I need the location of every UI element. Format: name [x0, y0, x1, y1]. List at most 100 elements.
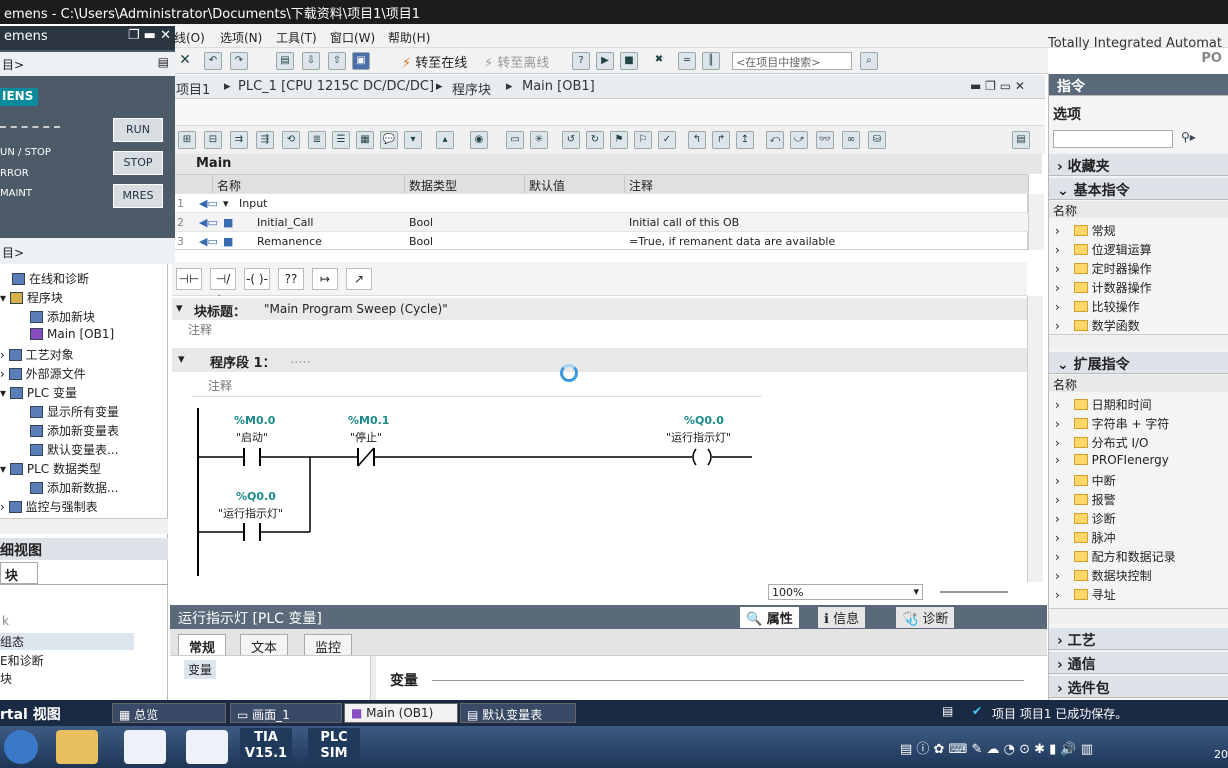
editor-vertical-scrollbar[interactable] [1027, 296, 1043, 582]
tab-monitor[interactable]: 监控 [304, 634, 353, 656]
jump-forward-icon[interactable]: ⤻ [790, 131, 808, 149]
tree-item[interactable]: 添加新块 [30, 308, 95, 325]
bookmark-icon[interactable]: ⚑ [610, 131, 628, 149]
call-prev-icon[interactable]: ↰ [688, 131, 706, 149]
delete-network-icon[interactable]: ⊟ [204, 131, 222, 149]
tab-screen1[interactable]: ▭ 画面_1 [230, 703, 342, 723]
technology-section[interactable]: › 工艺 [1049, 628, 1228, 650]
extended-item[interactable]: › 数据块控制 [1055, 567, 1152, 584]
extended-item[interactable]: › 报警 [1055, 491, 1116, 508]
tree-hscroll[interactable] [0, 518, 168, 534]
contact1-name[interactable]: "启动" [236, 429, 268, 445]
run-button[interactable]: RUN [113, 118, 163, 142]
menu-tools[interactable]: 工具(T) [276, 29, 317, 46]
stop-button[interactable]: STOP [113, 151, 163, 175]
network-dots[interactable]: ..... [290, 352, 311, 367]
extended-section[interactable]: ⌄ 扩展指令 [1049, 352, 1228, 374]
split-vertical-icon[interactable]: ║ [702, 52, 720, 70]
details-row[interactable]: E和诊断 [0, 652, 44, 669]
close-all-networks-icon[interactable]: ▴ [436, 131, 454, 149]
upload-icon[interactable]: ⇧ [328, 52, 346, 70]
status-panel-icon[interactable]: ▤ [942, 704, 953, 718]
tab-default-tags[interactable]: ▤ 默认变量表 [460, 703, 576, 723]
absolute-operands-icon[interactable]: ≣ [308, 131, 326, 149]
menu-online[interactable]: 线(O) [174, 29, 205, 46]
cloud-app-icon[interactable] [186, 730, 228, 764]
tree-item[interactable]: 显示所有变量 [30, 403, 119, 420]
favorites-section[interactable]: › 收藏夹 [1049, 154, 1228, 176]
block-comment[interactable]: 注释 [188, 321, 212, 338]
coil-icon[interactable]: -( )- [244, 268, 270, 290]
tab-general[interactable]: 常规 [178, 634, 227, 656]
monitoring-icon[interactable]: ◉ [470, 131, 488, 149]
favorites-icon[interactable]: ☰ [332, 131, 350, 149]
close-branch-icon[interactable]: ↗ [346, 268, 372, 290]
go-online-button[interactable]: ⚡ 转至在线 [402, 52, 467, 71]
extended-item[interactable]: › 配方和数据记录 [1055, 548, 1176, 565]
table-row[interactable]: 2 ◀▭ ■ Initial_Call Bool Initial call of… [173, 212, 1029, 231]
tab-texts[interactable]: 文本 [240, 634, 289, 656]
coil-output-icon[interactable] [692, 448, 697, 466]
table-scrollbar[interactable] [1028, 194, 1044, 250]
next-error-icon[interactable]: ↻ [586, 131, 604, 149]
extended-hscroll[interactable] [1049, 608, 1228, 624]
contact3-address[interactable]: %Q0.0 [236, 490, 276, 503]
inspector-nav-tag[interactable]: 变量 [184, 660, 217, 679]
call-up-icon[interactable]: ↥ [736, 131, 754, 149]
tree-item[interactable]: › 工艺对象 [0, 346, 74, 363]
tree-item[interactable]: › 外部源文件 [0, 365, 86, 382]
skype-icon[interactable] [124, 730, 166, 764]
optional-packages-section[interactable]: › 选件包 [1049, 676, 1228, 698]
basic-item[interactable]: › 计数器操作 [1055, 279, 1152, 296]
plcsim-panel-icon[interactable]: ▤ [158, 55, 169, 69]
crumb-program-blocks[interactable]: 程序块 [452, 79, 491, 98]
open-branch-icon[interactable]: ↦ [312, 268, 338, 290]
empty-box-icon[interactable]: ?? [278, 268, 304, 290]
col-type[interactable]: 数据类型 [405, 175, 525, 193]
block-title-value[interactable]: "Main Program Sweep (Cycle)" [264, 302, 448, 316]
show-tags-icon[interactable]: ▭ [506, 131, 524, 149]
tree-item[interactable]: ▾ PLC 变量 [0, 384, 77, 401]
table-row[interactable]: 3 ◀▭ ■ Remanence Bool =True, if remanent… [173, 231, 1029, 250]
insert-network-icon[interactable]: ⊞ [178, 131, 196, 149]
details-row[interactable]: 块 [0, 670, 12, 687]
tab-overview[interactable]: ▦ 总览 [112, 703, 226, 723]
compile-icon[interactable]: ▤ [276, 52, 294, 70]
tab-diagnostics[interactable]: 🩺 诊断 [896, 607, 955, 628]
menu-help[interactable]: 帮助(H) [388, 29, 430, 46]
menu-window[interactable]: 窗口(W) [330, 29, 375, 46]
plcsim-window-controls[interactable]: ❐ ▬ ✕ [128, 28, 171, 43]
network-comment[interactable]: 注释 [208, 377, 232, 394]
nc-contact-icon[interactable]: ⊣/⊢ [210, 268, 236, 306]
extended-item[interactable]: › PROFIenergy [1055, 453, 1169, 467]
tab-properties[interactable]: 🔍 属性 [740, 607, 799, 628]
collapse-icon[interactable]: ▾ [176, 301, 183, 316]
details-tab[interactable]: 块 [0, 562, 38, 584]
basic-section[interactable]: ⌄ 基本指令 [1049, 178, 1228, 200]
basic-item[interactable]: › 定时器操作 [1055, 260, 1152, 277]
extended-item[interactable]: › 日期和时间 [1055, 396, 1152, 413]
close-icon[interactable]: ✕ [176, 52, 194, 70]
instruction-search-input[interactable] [1053, 130, 1173, 148]
details-row[interactable]: k [2, 614, 9, 628]
tia-portal-taskbar-button[interactable]: TIA V15.1 [240, 728, 292, 766]
details-row[interactable]: 组态 [0, 633, 134, 650]
extended-item[interactable]: › 诊断 [1055, 510, 1116, 527]
add-row-icon[interactable]: ⇶ [256, 131, 274, 149]
mres-button[interactable]: MRES [113, 184, 163, 208]
comments-icon[interactable]: 💬 [380, 131, 398, 149]
tree-item[interactable]: › 监控与强制表 [0, 498, 98, 515]
crumb-main[interactable]: Main [OB1] [522, 79, 595, 94]
tree-item[interactable]: 添加新变量表 [30, 422, 119, 439]
zoom-select[interactable]: 100% ▾ [768, 584, 923, 600]
window-controls[interactable]: ▬ ❐ ▭ ✕ [970, 79, 1025, 93]
extended-item[interactable]: › 中断 [1055, 472, 1116, 489]
system-tray[interactable]: ▤ ⓘ ✿ ⌨ ✎ ☁ ◔ ⊙ ✱ ▮ 🔊 ▥ [900, 738, 1093, 757]
collapse-icon[interactable]: ▾ [178, 352, 185, 367]
tree-item[interactable]: ▾ PLC 数据类型 [0, 460, 101, 477]
plcsim-taskbar-button[interactable]: PLC SIM [308, 728, 360, 766]
loop-icon[interactable]: ∞ [842, 131, 860, 149]
basic-item[interactable]: › 比较操作 [1055, 298, 1140, 315]
extended-item[interactable]: › 字符串 + 字符 [1055, 415, 1169, 432]
communication-section[interactable]: › 通信 [1049, 652, 1228, 674]
